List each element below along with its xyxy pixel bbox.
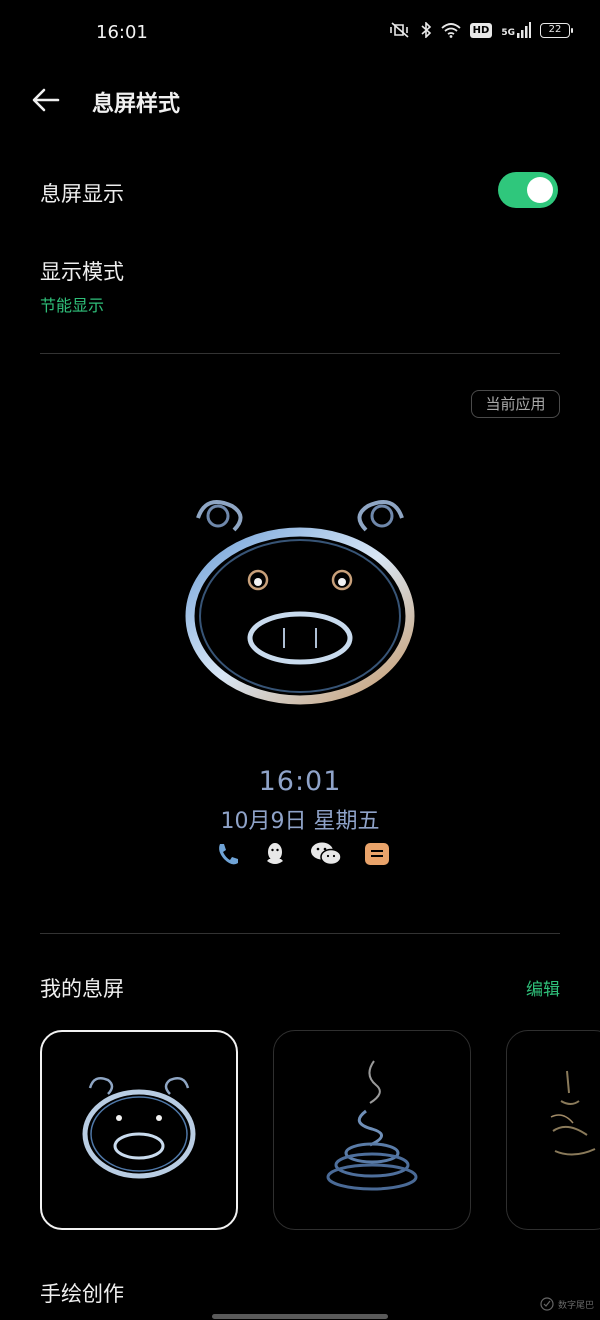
- pig-face-artwork: [176, 488, 424, 708]
- message-icon: [364, 841, 390, 867]
- status-bar: 16:01 HD 5G 22: [0, 0, 600, 66]
- hand-drawn-title: 手绘创作: [40, 1282, 124, 1306]
- status-icons: HD 5G 22: [389, 22, 573, 38]
- preview-date: 10月9日 星期五: [220, 809, 380, 834]
- display-mode-label[interactable]: 显示模式: [40, 256, 124, 286]
- watermark: 数字尾巴: [540, 1297, 594, 1311]
- wifi-icon: [441, 22, 461, 38]
- my-aod-title: 我的息屏: [40, 977, 124, 1001]
- hd-icon: HD: [469, 22, 493, 38]
- aod-card-pig-face[interactable]: [40, 1030, 238, 1230]
- edit-button[interactable]: 编辑: [526, 975, 560, 1000]
- notification-icons: [214, 841, 390, 867]
- watermark-logo-icon: [540, 1297, 554, 1311]
- toggle-knob: [527, 177, 553, 203]
- preview-clock: 16:01: [258, 766, 342, 797]
- back-button[interactable]: [30, 82, 70, 118]
- battery-icon: 22: [540, 22, 573, 38]
- page-title: 息屏样式: [92, 92, 181, 117]
- wechat-icon: [310, 841, 342, 867]
- status-time: 16:01: [96, 22, 148, 43]
- arrow-left-icon: [32, 88, 60, 112]
- navigation-handle[interactable]: [212, 1314, 388, 1319]
- network-type: 5G: [501, 28, 515, 38]
- mute-vibrate-icon: [389, 22, 411, 38]
- signal-icon: 5G: [501, 22, 531, 38]
- current-applied-badge: 当前应用: [471, 390, 560, 418]
- divider: [40, 933, 560, 934]
- bluetooth-icon: [420, 22, 432, 38]
- aod-card-figure[interactable]: [506, 1030, 600, 1230]
- watermark-text: 数字尾巴: [558, 1300, 595, 1311]
- header: 息屏样式: [0, 70, 600, 130]
- aod-card-swirl[interactable]: [273, 1030, 471, 1230]
- aod-label: 息屏显示: [40, 182, 124, 206]
- display-mode-value: 节能显示: [40, 296, 105, 315]
- phone-icon: [214, 841, 240, 867]
- divider: [40, 353, 560, 354]
- qq-icon: [262, 841, 288, 867]
- aod-toggle[interactable]: [498, 172, 558, 208]
